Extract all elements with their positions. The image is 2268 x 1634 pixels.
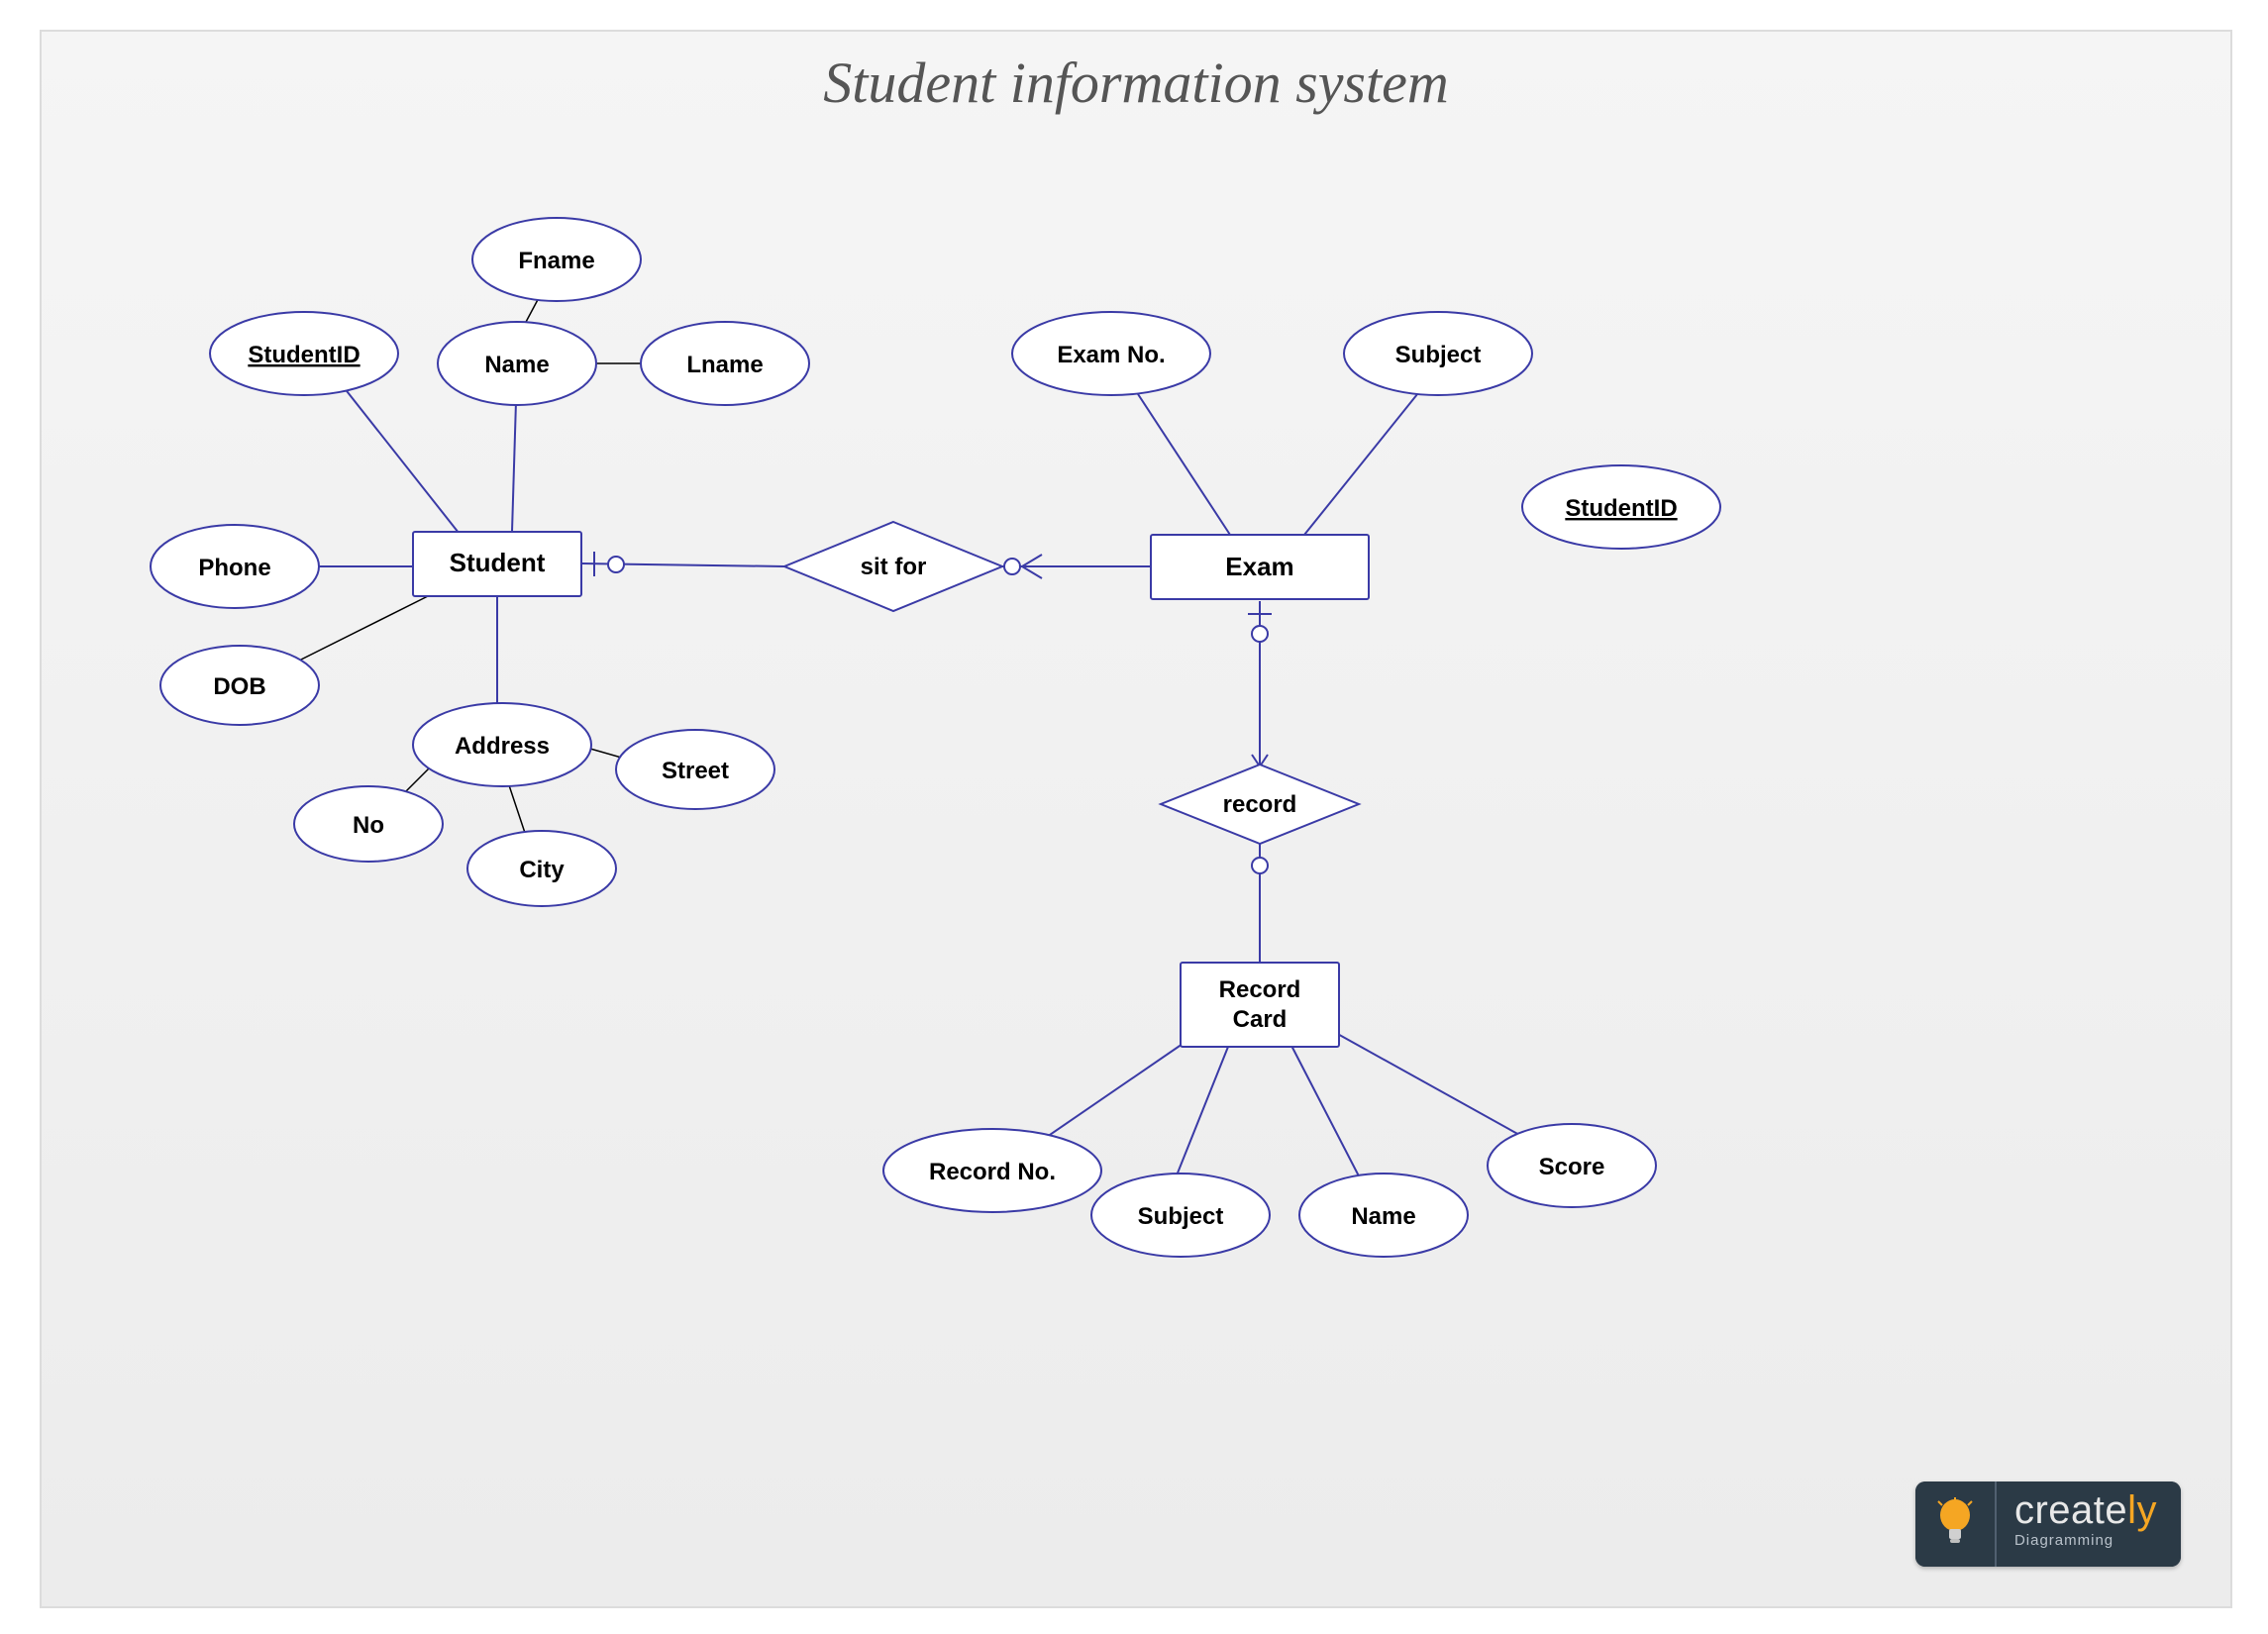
attr-student-address-no-label: No bbox=[353, 812, 384, 839]
attr-student-address: Address bbox=[413, 703, 591, 786]
attr-rc-name: Name bbox=[1299, 1174, 1468, 1257]
relationship-record: record bbox=[1161, 765, 1359, 844]
entity-exam: Exam bbox=[1151, 535, 1369, 599]
attr-student-lname-label: Lname bbox=[686, 352, 763, 378]
attr-student-dob-label: DOB bbox=[213, 673, 265, 700]
page: Student information system bbox=[0, 0, 2268, 1634]
lightbulb-icon bbox=[1915, 1481, 1997, 1567]
attr-rc-recordno: Record No. bbox=[883, 1129, 1101, 1212]
attr-exam-examno-label: Exam No. bbox=[1057, 342, 1165, 368]
crow-exam-left-foot bbox=[1022, 555, 1042, 578]
attr-student-phone-label: Phone bbox=[198, 555, 270, 581]
attr-student-lname: Lname bbox=[641, 322, 809, 405]
attr-student-address-city-label: City bbox=[519, 857, 565, 883]
relationship-record-label: record bbox=[1223, 791, 1297, 818]
crow-exam-left-circle bbox=[1004, 559, 1020, 574]
crow-recordcard-top-circle bbox=[1252, 858, 1268, 873]
attr-student-fname-label: Fname bbox=[518, 248, 594, 274]
attr-exam-studentid-label: StudentID bbox=[1565, 495, 1677, 522]
attr-student-name: Name bbox=[438, 322, 596, 405]
er-diagram: Student Exam Record Card sit for record bbox=[42, 32, 2230, 1606]
attr-student-studentid-label: StudentID bbox=[248, 342, 360, 368]
attr-student-address-label: Address bbox=[455, 733, 550, 760]
attr-rc-name-label: Name bbox=[1351, 1203, 1415, 1230]
line-studentid-student bbox=[329, 368, 477, 557]
attr-student-name-label: Name bbox=[484, 352, 549, 378]
logo-tagline: Diagramming bbox=[2014, 1532, 2157, 1549]
attr-rc-recordno-label: Record No. bbox=[929, 1159, 1056, 1185]
entity-record-card-label-1: Record bbox=[1219, 976, 1301, 1003]
attr-exam-examno: Exam No. bbox=[1012, 312, 1210, 395]
attr-rc-score: Score bbox=[1488, 1124, 1656, 1207]
attr-exam-subject: Subject bbox=[1344, 312, 1532, 395]
logo-brand: creately Diagramming bbox=[1997, 1481, 2181, 1567]
creately-logo: creately Diagramming bbox=[1915, 1481, 2181, 1567]
line-rc-subject bbox=[1171, 1042, 1230, 1190]
crow-exam-bottom-circle bbox=[1252, 626, 1268, 642]
attr-exam-subject-label: Subject bbox=[1395, 342, 1482, 368]
entity-record-card: Record Card bbox=[1181, 963, 1339, 1047]
entity-student-label: Student bbox=[450, 548, 546, 577]
attr-rc-subject-label: Subject bbox=[1138, 1203, 1224, 1230]
attr-student-fname: Fname bbox=[472, 218, 641, 301]
logo-name: creately bbox=[2014, 1490, 2157, 1530]
attr-student-address-street: Street bbox=[616, 730, 774, 809]
entity-student: Student bbox=[413, 532, 581, 596]
attr-rc-subject: Subject bbox=[1091, 1174, 1270, 1257]
attr-student-phone: Phone bbox=[151, 525, 319, 608]
diagram-canvas: Student information system bbox=[40, 30, 2232, 1608]
relationship-sit-for: sit for bbox=[784, 522, 1002, 611]
attr-student-dob: DOB bbox=[160, 646, 319, 725]
logo-name-left: create bbox=[2014, 1488, 2127, 1532]
attr-student-studentid: StudentID bbox=[210, 312, 398, 395]
entity-record-card-label-2: Card bbox=[1233, 1006, 1288, 1033]
line-address-city bbox=[507, 779, 527, 839]
attr-student-address-street-label: Street bbox=[662, 758, 729, 784]
relationship-sit-for-label: sit for bbox=[861, 554, 927, 580]
attr-exam-studentid: StudentID bbox=[1522, 465, 1720, 549]
attr-student-address-no: No bbox=[294, 786, 443, 862]
crow-student-circle bbox=[608, 557, 624, 572]
attr-student-address-city: City bbox=[467, 831, 616, 906]
logo-name-right: ly bbox=[2127, 1488, 2157, 1532]
line-rc-name bbox=[1289, 1042, 1369, 1195]
entity-exam-label: Exam bbox=[1225, 552, 1293, 581]
attr-rc-score-label: Score bbox=[1539, 1154, 1605, 1180]
